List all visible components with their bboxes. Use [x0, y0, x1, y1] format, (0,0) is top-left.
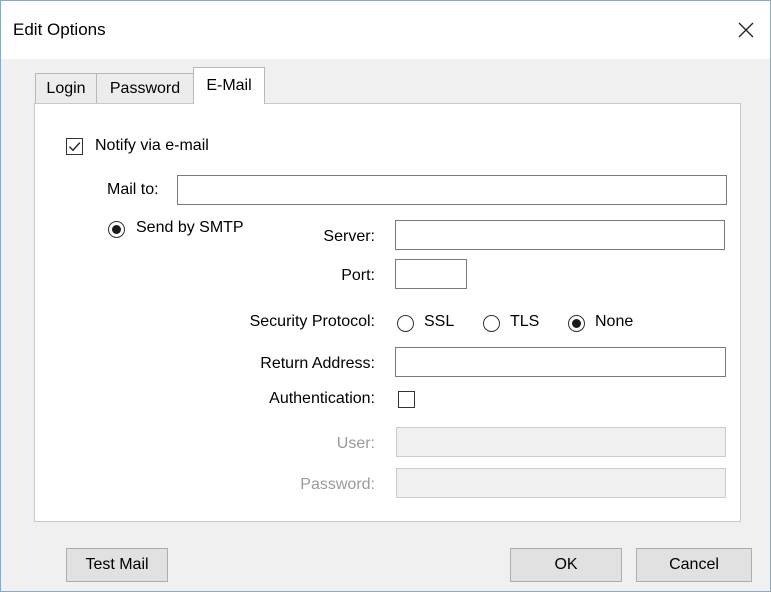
window-title: Edit Options — [13, 20, 106, 39]
ssl-radio[interactable] — [397, 315, 414, 332]
title-bar: Edit Options — [1, 1, 770, 59]
send-smtp-radio[interactable] — [108, 221, 125, 238]
server-input[interactable] — [395, 220, 725, 250]
close-icon — [738, 22, 754, 38]
authentication-label: Authentication: — [269, 390, 375, 407]
cancel-button[interactable]: Cancel — [636, 548, 752, 582]
user-input[interactable] — [396, 427, 726, 457]
port-input[interactable] — [395, 259, 467, 289]
ok-label: OK — [554, 556, 578, 573]
edit-options-dialog: Edit Options Login Password E-Mail Notif… — [0, 0, 771, 592]
send-smtp-label: Send by SMTP — [136, 219, 244, 236]
tab-label: Login — [46, 79, 86, 97]
password-input[interactable] — [396, 468, 726, 498]
mail-to-input[interactable] — [177, 175, 727, 205]
tls-radio[interactable] — [483, 315, 500, 332]
notify-checkbox[interactable] — [66, 138, 83, 155]
return-address-input[interactable] — [395, 347, 726, 377]
password-label: Password: — [300, 476, 375, 493]
tab-password[interactable]: Password — [96, 73, 194, 103]
close-button[interactable] — [722, 11, 770, 49]
test-mail-button[interactable]: Test Mail — [66, 548, 168, 582]
tab-label: E-Mail — [206, 77, 252, 94]
ok-button[interactable]: OK — [510, 548, 622, 582]
security-protocol-label: Security Protocol: — [249, 313, 375, 330]
return-address-label: Return Address: — [260, 355, 375, 372]
email-tab-panel: Notify via e-mail Mail to: Send by SMTP … — [34, 103, 741, 522]
tab-label: Password — [109, 79, 181, 97]
user-label: User: — [336, 435, 375, 452]
port-label: Port: — [341, 267, 375, 284]
ssl-label: SSL — [424, 313, 455, 330]
tls-label: TLS — [510, 313, 540, 330]
notify-label: Notify via e-mail — [95, 137, 209, 154]
tab-login[interactable]: Login — [35, 73, 97, 103]
test-mail-label: Test Mail — [85, 556, 149, 573]
server-label: Server: — [323, 228, 375, 245]
mail-to-label: Mail to: — [107, 181, 159, 198]
none-radio[interactable] — [568, 315, 585, 332]
checkmark-icon — [69, 142, 81, 152]
authentication-checkbox[interactable] — [398, 391, 415, 408]
cancel-label: Cancel — [669, 556, 719, 573]
tab-email[interactable]: E-Mail — [193, 67, 265, 104]
none-label: None — [595, 313, 634, 330]
